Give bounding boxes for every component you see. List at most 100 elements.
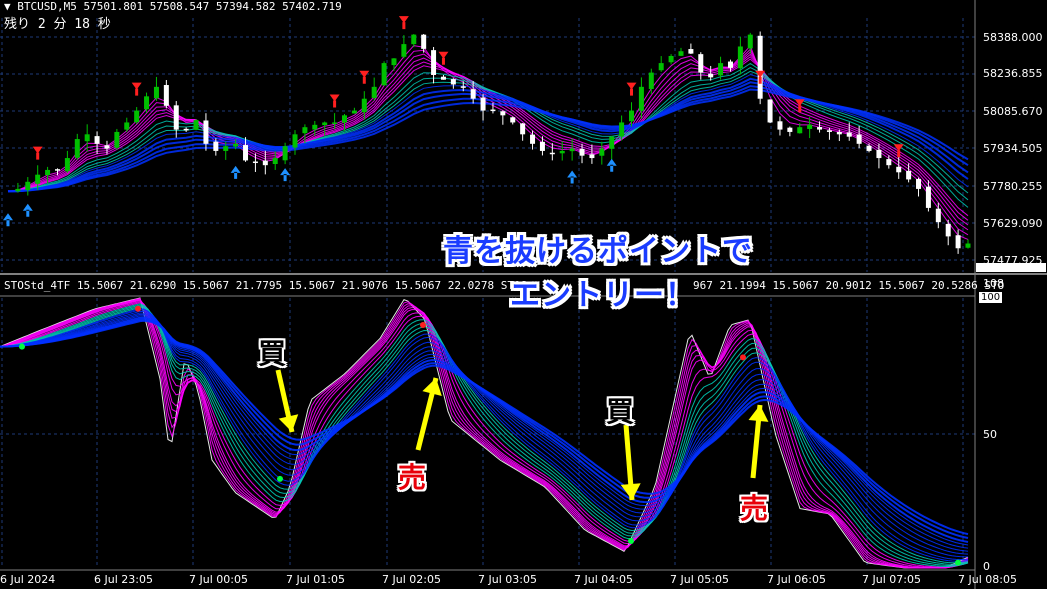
candle-body bbox=[470, 89, 476, 99]
price-tick: 57629.090 bbox=[983, 217, 1043, 230]
candle-body bbox=[401, 44, 407, 57]
candle-body bbox=[539, 141, 545, 151]
price-tick: 58236.855 bbox=[983, 67, 1043, 80]
buy-arrow-icon bbox=[606, 158, 617, 172]
candle-body bbox=[460, 86, 466, 88]
candle-body bbox=[777, 121, 783, 130]
candle-body bbox=[856, 134, 862, 144]
sell-arrow-icon bbox=[329, 94, 340, 108]
time-tick: 6 Jul 2024 bbox=[0, 573, 56, 586]
candle-body bbox=[708, 73, 714, 78]
candle-body bbox=[925, 186, 931, 208]
candle-body bbox=[619, 122, 625, 137]
sell-arrow-icon bbox=[626, 82, 637, 96]
candle-body bbox=[35, 174, 41, 184]
candle-body bbox=[836, 131, 842, 135]
yellow-arrowhead bbox=[422, 378, 442, 396]
candle-body bbox=[688, 49, 694, 54]
candle-body bbox=[124, 122, 130, 130]
candle-body bbox=[74, 139, 80, 158]
indicator-grid bbox=[0, 298, 975, 568]
candle-body bbox=[25, 181, 31, 191]
ema-line bbox=[7, 70, 969, 194]
stoch-line bbox=[0, 303, 969, 567]
candle-body bbox=[866, 145, 872, 151]
candle-body bbox=[807, 124, 813, 129]
candle-body bbox=[510, 117, 516, 123]
candle-body bbox=[826, 130, 832, 132]
candle-body bbox=[163, 85, 169, 106]
sell-arrow-icon bbox=[398, 16, 409, 30]
candle-body bbox=[64, 158, 70, 172]
ema-line bbox=[7, 48, 969, 236]
candle-body bbox=[440, 76, 446, 80]
price-tick: 57934.505 bbox=[983, 142, 1043, 155]
candle-body bbox=[272, 158, 278, 165]
candle-body bbox=[450, 79, 456, 85]
buy-arrow-icon bbox=[280, 168, 291, 182]
stochastic-ribbon bbox=[0, 297, 969, 569]
ema-line bbox=[7, 67, 969, 201]
candle-body bbox=[520, 123, 526, 135]
candle-body bbox=[54, 169, 60, 171]
time-tick: 7 Jul 08:05 bbox=[958, 573, 1017, 586]
sell-arrow-icon bbox=[32, 146, 43, 160]
sell-arrow-icon bbox=[131, 82, 142, 96]
ema-line bbox=[7, 44, 969, 240]
candle-body bbox=[15, 188, 21, 192]
callout-line-1: 青を抜けるポイントで bbox=[443, 234, 753, 269]
stoch-line bbox=[0, 309, 969, 560]
candle-body bbox=[629, 110, 635, 122]
time-tick: 7 Jul 05:05 bbox=[670, 573, 729, 586]
candle-body bbox=[302, 127, 308, 134]
main-chart-header: ▼ BTCUSD,M5 57501.801 57508.547 57394.58… bbox=[4, 0, 342, 13]
candle-body bbox=[213, 141, 219, 151]
signal-dot bbox=[740, 354, 746, 361]
buy-label: 買 bbox=[606, 395, 635, 428]
candle-body bbox=[767, 99, 773, 123]
candle-body bbox=[94, 136, 100, 144]
candle-body bbox=[223, 146, 229, 151]
time-tick: 7 Jul 07:05 bbox=[862, 573, 921, 586]
indicator-header-tail: 967 21.1994 15.5067 20.9012 15.5067 20.5… bbox=[693, 279, 1005, 292]
signal-dot bbox=[135, 305, 141, 312]
candle-body bbox=[114, 131, 120, 148]
candle-body bbox=[391, 58, 397, 66]
stoch-line bbox=[0, 313, 969, 552]
buy-arrow-icon bbox=[3, 213, 13, 227]
sell-label: 売 bbox=[398, 461, 427, 494]
candle-body bbox=[252, 161, 258, 164]
candle-body bbox=[84, 134, 90, 142]
candle-body bbox=[876, 149, 882, 159]
candle-body bbox=[193, 120, 199, 130]
candle-body bbox=[361, 98, 367, 113]
signal-dot bbox=[19, 343, 25, 350]
callout-line-2: エントリー！ bbox=[510, 278, 696, 313]
candle-body bbox=[648, 72, 654, 89]
ema-ribbon bbox=[7, 44, 969, 240]
candle-body bbox=[203, 120, 209, 144]
candle-body bbox=[569, 148, 575, 152]
candle-body bbox=[312, 124, 318, 130]
candle-body bbox=[559, 150, 565, 154]
candle-body bbox=[421, 34, 427, 49]
candle-body bbox=[906, 170, 912, 180]
candle-body bbox=[589, 154, 595, 159]
time-tick: 7 Jul 03:05 bbox=[478, 573, 537, 586]
price-tick: 58085.670 bbox=[983, 105, 1043, 118]
buy-arrow-icon bbox=[230, 165, 241, 179]
candle-body bbox=[282, 146, 288, 161]
stoch-line bbox=[0, 302, 969, 568]
candle-body bbox=[173, 105, 179, 130]
candle-body bbox=[658, 63, 664, 71]
candle-body bbox=[737, 46, 743, 69]
candle-body bbox=[965, 243, 971, 248]
candle-body bbox=[787, 127, 793, 132]
time-tick: 7 Jul 04:05 bbox=[574, 573, 633, 586]
candle-body bbox=[727, 61, 733, 68]
candle-body bbox=[332, 122, 338, 124]
candle-body bbox=[371, 86, 377, 98]
price-tick: 57780.255 bbox=[983, 180, 1043, 193]
indicator-level-0: 0 bbox=[983, 560, 990, 573]
buy-arrow-icon bbox=[567, 170, 578, 184]
